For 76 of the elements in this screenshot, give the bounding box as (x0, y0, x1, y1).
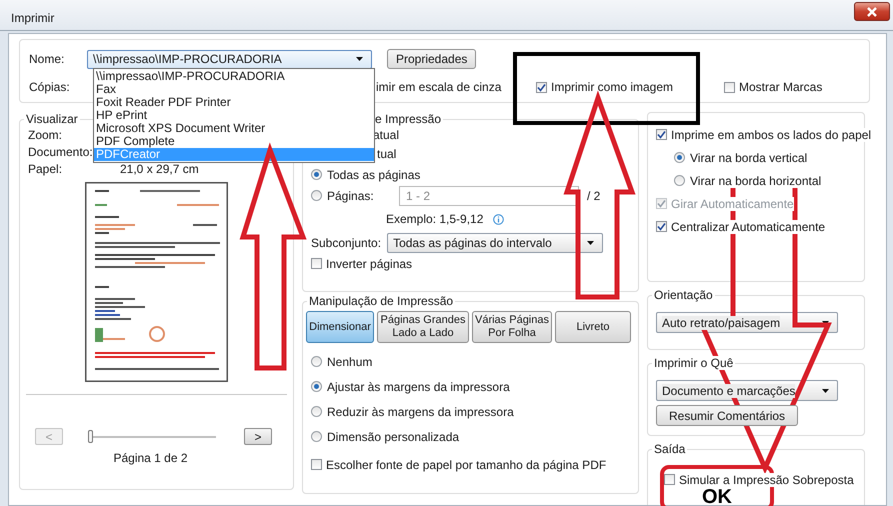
option-label: tual (376, 146, 398, 163)
option-label: Imprimir como imagem (551, 80, 674, 94)
dropdown[interactable]: Todas as páginas do intervalo (387, 232, 604, 252)
dropdown[interactable]: Documento e marcações (656, 380, 838, 401)
mode-tab[interactable]: Livreto (555, 311, 631, 343)
checkbox[interactable] (311, 258, 322, 269)
option-label: Dimensão personalizada (327, 430, 460, 444)
option-label: Virar na borda horizontal (690, 174, 822, 188)
dropdown-option[interactable]: Foxit Reader PDF Printer (94, 96, 374, 109)
dropdown[interactable]: Auto retrato/paisagem (656, 312, 838, 333)
option-label: Escolher fonte de papel por tamanho da página PDF (326, 458, 606, 472)
mode-tab[interactable]: Dimensionar (306, 311, 374, 343)
radio-button[interactable] (311, 406, 322, 417)
option-label: Inverter páginas (326, 256, 412, 270)
caret-icon (822, 320, 829, 324)
option-label: imir em escala de cinza (376, 80, 502, 94)
slider-thumb[interactable] (88, 430, 93, 442)
info-icon[interactable] (493, 214, 504, 224)
page-indicator: Página 1 de 2 (112, 451, 189, 465)
dropdown-option[interactable]: Fax (94, 83, 374, 96)
mode-tab[interactable]: Páginas Grandes Lado a Lado (377, 311, 469, 343)
checkbox[interactable] (536, 82, 547, 92)
mode-tab[interactable]: Várias Páginas Por Folha (472, 311, 552, 343)
option-label: Simular a Impressão Sobreposta (679, 472, 854, 486)
option-label: Mostrar Marcas (739, 80, 822, 94)
field-label: Cópias: (29, 80, 70, 94)
option-label: Todas as páginas (327, 168, 420, 182)
summarize-comments-button[interactable]: Resumir Comentários (656, 405, 798, 426)
checkbox[interactable] (664, 474, 675, 485)
option-label: Ajustar às margens da impressora (327, 380, 510, 394)
field-label: Documento: (28, 144, 93, 158)
radio-button[interactable] (674, 175, 685, 186)
field-label: Papel: (28, 162, 62, 176)
radio-button[interactable] (311, 431, 322, 442)
pages-field[interactable]: 1 - 2 (399, 186, 579, 206)
close-icon (866, 6, 878, 16)
group-title: Visualizar (25, 112, 79, 126)
properties-button[interactable]: Propriedades (387, 49, 476, 69)
next-page-button[interactable]: > (244, 428, 272, 445)
dropdown-option[interactable]: HP ePrint (94, 109, 374, 122)
radio-button[interactable] (311, 169, 322, 180)
dropdown-option[interactable]: \\impressao\IMP-PROCURADORIA (94, 70, 374, 83)
dropdown-option[interactable]: PDF Complete (94, 135, 374, 148)
radio-button[interactable] (311, 381, 322, 392)
group-title: Orientação (652, 288, 715, 302)
option-label: Imprime em ambos os lados do papel (671, 128, 872, 142)
field-label: Zoom: (28, 128, 62, 142)
option-label: Virar na borda vertical (690, 150, 808, 164)
option-label: Girar Automaticamente (671, 196, 794, 210)
checkbox[interactable] (656, 221, 667, 232)
group-title: e Impressão (373, 112, 444, 126)
close-button[interactable] (854, 2, 890, 21)
option-label: Páginas: (327, 188, 375, 202)
option-label: Nenhum (327, 354, 372, 368)
radio-button[interactable] (311, 190, 322, 201)
field-label: Subconjunto: (311, 236, 382, 250)
checkbox[interactable] (656, 129, 667, 140)
field-value: 21,0 x 29,7 cm (120, 162, 199, 176)
dropdown-option[interactable]: Microsoft XPS Document Writer (94, 122, 374, 135)
option-label: Reduzir às margens da impressora (327, 404, 514, 418)
group-title: Saída (652, 442, 688, 456)
checkbox[interactable] (311, 459, 322, 470)
checkbox[interactable] (724, 82, 735, 92)
group-title: Manipulação de Impressão (308, 294, 454, 308)
field-label: Nome: (29, 52, 66, 66)
caret-icon (356, 57, 363, 61)
radio-button[interactable] (674, 152, 685, 163)
hint-text: Exemplo: 1,5-9,12 (386, 212, 484, 226)
group-title: Imprimir o Quê (652, 356, 736, 370)
radio-button[interactable] (311, 356, 322, 367)
page-total: / 2 (587, 188, 600, 202)
dropdown[interactable]: \\impressao\IMP-PROCURADORIA (87, 50, 372, 68)
caret-icon (587, 240, 594, 244)
caret-icon (822, 388, 829, 392)
option-label: Centralizar Automaticamente (671, 220, 826, 234)
window-title: Imprimir (11, 11, 54, 25)
